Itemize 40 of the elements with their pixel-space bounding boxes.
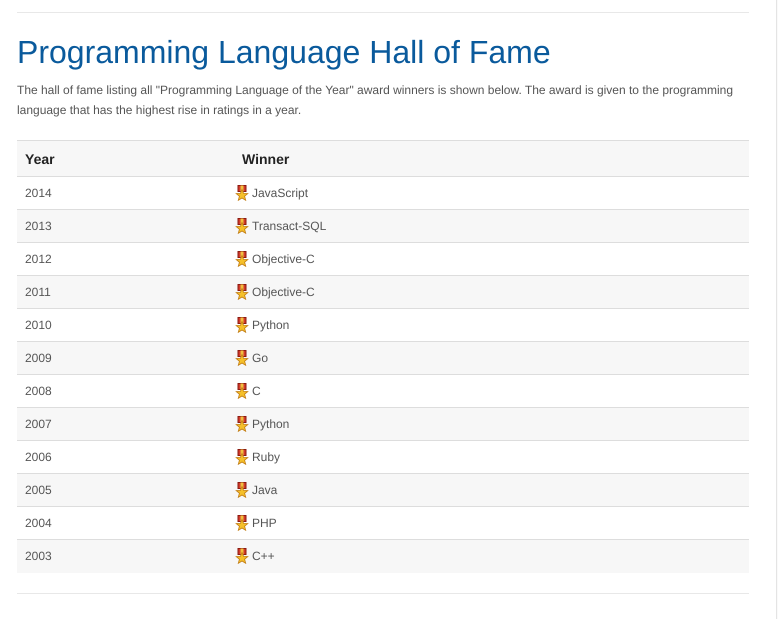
winner-cell: C (252, 384, 261, 398)
year-cell: 2004 (25, 516, 52, 530)
year-cell: 2006 (25, 450, 52, 464)
medal-icon (235, 185, 249, 201)
year-cell: 2009 (25, 351, 52, 365)
year-cell: 2008 (25, 384, 52, 398)
winner-cell: C++ (252, 549, 275, 564)
medal-icon (235, 416, 249, 432)
winner-cell: Objective-C (252, 252, 315, 266)
medal-icon (235, 515, 249, 531)
medal-icon (235, 317, 249, 333)
medal-icon (235, 284, 249, 300)
column-header: Year (25, 150, 55, 166)
medal-icon (235, 350, 249, 366)
year-cell: 2005 (25, 483, 52, 497)
medal-icon (235, 251, 249, 267)
winner-cell: JavaScript (252, 186, 308, 200)
page-title: Programming Language Hall of Fame (17, 34, 552, 70)
winner-cell: Python (252, 417, 290, 431)
winner-cell: Transact-SQL (252, 219, 326, 233)
medal-icon (235, 383, 249, 399)
column-header: Winner (242, 150, 290, 166)
year-cell: 2014 (25, 186, 52, 200)
winner-cell: Java (252, 483, 278, 497)
medal-icon (235, 482, 249, 498)
year-cell: 2013 (25, 219, 52, 233)
winner-cell: PHP (252, 516, 277, 530)
medal-icon (235, 449, 249, 465)
year-cell: 2003 (25, 549, 52, 564)
year-cell: 2010 (25, 318, 52, 332)
intro-paragraph: The hall of fame listing all "Programming Language of the Year" award winners is shown below. The award is given to the programming language that has the highest rise in ratings in a year. (17, 82, 734, 119)
winner-cell: Ruby (252, 450, 280, 464)
winner-cell: Go (252, 351, 268, 365)
year-cell: 2007 (25, 417, 52, 431)
year-cell: 2011 (25, 285, 51, 299)
medal-icon (235, 548, 249, 564)
medal-icon (235, 218, 249, 234)
winner-cell: Python (252, 318, 290, 332)
winner-cell: Objective-C (252, 285, 315, 299)
year-cell: 2012 (25, 252, 52, 266)
